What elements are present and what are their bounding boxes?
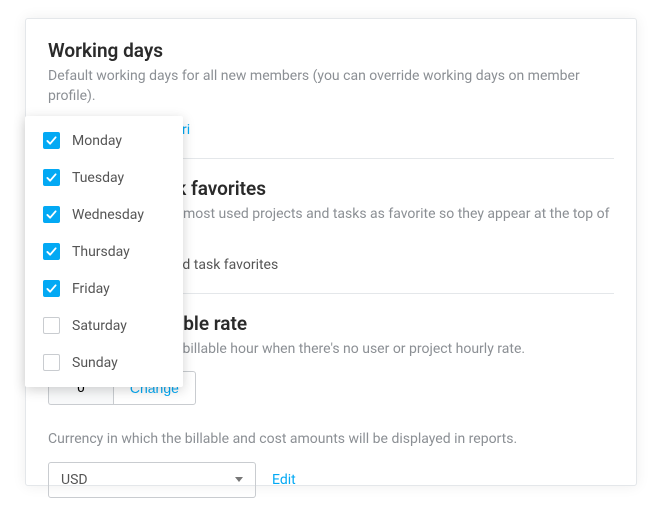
- day-option-tuesday[interactable]: Tuesday: [25, 159, 183, 196]
- day-option-monday[interactable]: Monday: [25, 122, 183, 159]
- day-label: Sunday: [72, 355, 118, 371]
- chevron-down-icon: [235, 477, 243, 482]
- check-icon: [46, 283, 57, 294]
- day-checkbox[interactable]: [43, 354, 60, 371]
- check-icon: [46, 246, 57, 257]
- day-option-thursday[interactable]: Thursday: [25, 233, 183, 270]
- day-checkbox[interactable]: [43, 132, 60, 149]
- day-label: Thursday: [72, 244, 130, 260]
- day-option-wednesday[interactable]: Wednesday: [25, 196, 183, 233]
- currency-select[interactable]: USD: [48, 462, 256, 498]
- day-checkbox[interactable]: [43, 243, 60, 260]
- currency-edit-link[interactable]: Edit: [272, 472, 296, 488]
- day-label: Saturday: [72, 318, 127, 334]
- check-icon: [46, 209, 57, 220]
- day-label: Wednesday: [72, 207, 144, 223]
- currency-desc: Currency in which the billable and cost …: [48, 429, 614, 449]
- day-option-saturday[interactable]: Saturday: [25, 307, 183, 344]
- day-checkbox[interactable]: [43, 169, 60, 186]
- section-currency: Currency in which the billable and cost …: [48, 429, 614, 497]
- working-days-dropdown[interactable]: Monday Tuesday Wednesday Thursday Friday Satu…: [25, 116, 183, 387]
- working-days-desc: Default working days for all new members…: [48, 66, 614, 107]
- currency-row: USD Edit: [48, 462, 614, 498]
- check-icon: [46, 135, 57, 146]
- currency-selected: USD: [61, 472, 88, 488]
- day-label: Tuesday: [72, 170, 124, 186]
- day-checkbox[interactable]: [43, 206, 60, 223]
- check-icon: [46, 172, 57, 183]
- day-checkbox[interactable]: [43, 317, 60, 334]
- day-checkbox[interactable]: [43, 280, 60, 297]
- working-days-title: Working days: [48, 39, 614, 62]
- day-label: Friday: [72, 281, 110, 297]
- day-option-sunday[interactable]: Sunday: [25, 344, 183, 381]
- day-label: Monday: [72, 133, 122, 149]
- day-option-friday[interactable]: Friday: [25, 270, 183, 307]
